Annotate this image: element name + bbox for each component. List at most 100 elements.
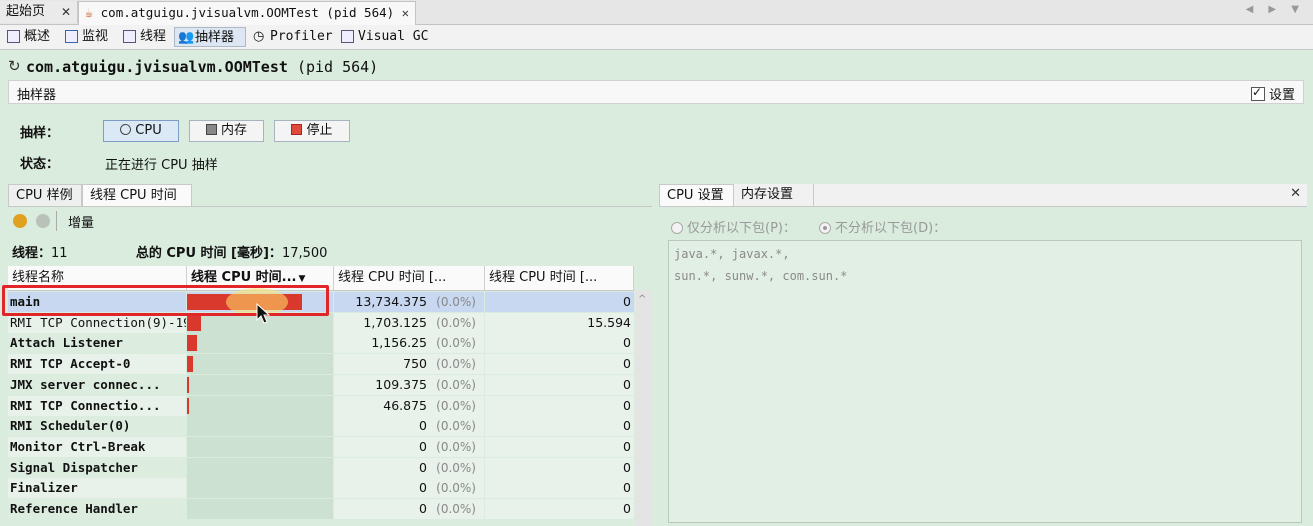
tab-visual-gc[interactable]: Visual GC [338,27,430,47]
settings-label: 设置 [1268,88,1295,103]
table-row[interactable]: Finalizer 0 (0.0%) 0 [8,478,634,499]
column-thread-cpu-time[interactable]: 线程 CPU 时间 [... [334,266,485,290]
status-value: 正在进行 CPU 抽样 [105,158,218,173]
tab-thread-cpu-time[interactable]: 线程 CPU 时间 [82,184,192,206]
cpu-time-bar-cell [187,436,333,457]
pause-icon[interactable] [13,214,27,228]
cpu-time-percent: (0.0%) [436,377,476,392]
thread-name-cell: RMI Scheduler(0) [8,416,186,437]
exclude-packages-radio[interactable]: 不分析以下包(D)： [819,217,946,236]
tab-label: com.atguigu.jvisualvm.OOMTest (pid 564) [100,5,395,20]
cpu-time-cell: 109.375 (0.0%) [334,374,484,395]
thread-name-cell: Finalizer [8,478,186,499]
tool-tab-bar: 概述 监视 线程 👥 抽样器 ◷ Profiler Visual GC [0,25,1313,50]
java-app-icon: ☕ [85,6,93,21]
table-row[interactable]: RMI Scheduler(0) 0 (0.0%) 0 [8,416,634,437]
cpu-time-bar-cell [187,499,333,519]
cpu-time-bar-cell [187,354,333,375]
table-row[interactable]: Attach Listener 1,156.25 (0.0%) 0 [8,333,634,354]
cpu-time-value: 0 [419,459,427,475]
tab-start-page[interactable]: 起始页 ✕ [0,1,78,23]
memory-sample-button[interactable]: 内存 [189,120,264,142]
cpu-time-bar-cell [187,395,333,416]
table-row[interactable]: RMI TCP Accept-0 750 (0.0%) 0 [8,354,634,375]
cpu-time-cell: 13,734.375 (0.0%) [334,292,484,312]
close-icon[interactable]: ✕ [402,2,409,24]
cpu-time-percent: (0.0%) [436,481,476,496]
cpu-time-delta-cell: 0 [485,354,634,375]
tab-label: CPU 样例 [16,188,73,203]
tab-overview[interactable]: 概述 [4,27,60,47]
tab-memory-settings[interactable]: 内存设置 [734,184,814,206]
cpu-time-bar [187,397,189,414]
tab-application[interactable]: ☕ com.atguigu.jvisualvm.OOMTest (pid 564… [78,1,416,25]
delta-toggle[interactable]: 增量 [68,212,94,231]
cpu-time-delta-cell: 0 [485,478,634,499]
app-name: com.atguigu.jvisualvm.OOMTest [26,58,288,76]
table-row[interactable]: Signal Dispatcher 0 (0.0%) 0 [8,457,634,478]
table-row[interactable]: RMI TCP Connectio... 46.875 (0.0%) 0 [8,395,634,416]
cpu-sample-button[interactable]: CPU [103,120,179,142]
clock-icon [120,124,132,135]
tab-label: Profiler [270,29,333,44]
cpu-time-value: 0 [419,418,427,434]
tab-profiler[interactable]: ◷ Profiler [250,27,334,47]
loading-spinner-icon: ↻ [8,57,21,75]
radio-label: 仅分析以下包(P)： [687,221,796,236]
close-icon[interactable]: ✕ [1290,186,1301,201]
stop-button[interactable]: 停止 [274,120,350,142]
button-label: 内存 [220,123,247,138]
scroll-up-icon[interactable]: ^ [638,294,646,305]
cpu-time-delta-cell: 0 [485,436,634,457]
refresh-icon[interactable] [36,214,50,228]
app-pid: (pid 564) [296,58,379,76]
toolbar-divider [56,211,57,231]
cpu-time-value: 13,734.375 [355,294,427,309]
table-scrollbar[interactable]: ^ [636,290,652,526]
cpu-time-bar-cell [187,478,333,499]
cpu-time-percent: (0.0%) [436,460,476,475]
thread-name-cell: Monitor Ctrl-Break [8,436,186,457]
tab-label: 线程 [140,29,167,44]
cpu-time-value: 750 [403,356,427,372]
column-thread-cpu-time-delta[interactable]: 线程 CPU 时间 [... [485,266,634,290]
cpu-time-value: 109.375 [375,376,427,392]
cpu-time-cell: 0 (0.0%) [334,416,484,437]
radio-label: 不分析以下包(D)： [835,221,947,236]
overview-icon [7,30,20,43]
cpu-time-cell: 750 (0.0%) [334,354,484,375]
cpu-time-percent: (0.0%) [436,315,476,330]
cpu-time-cell: 46.875 (0.0%) [334,395,484,416]
only-packages-radio[interactable]: 仅分析以下包(P)： [671,217,796,236]
table-row[interactable]: JMX server connec... 109.375 (0.0%) 0 [8,374,634,395]
tab-monitor[interactable]: 监视 [62,27,118,47]
settings-checkbox[interactable]: 设置 [1250,84,1295,103]
table-row[interactable]: Monitor Ctrl-Break 0 (0.0%) 0 [8,436,634,457]
stop-icon [291,124,303,135]
results-toolbar: 增量 [8,208,652,234]
cpu-time-percent: (0.0%) [436,439,476,454]
cpu-time-delta-cell: 0 [485,416,634,437]
visual-gc-icon [341,30,354,43]
table-row[interactable]: Reference Handler 0 (0.0%) 0 [8,499,634,519]
cpu-time-delta-cell: 0 [485,395,634,416]
tab-sampler[interactable]: 👥 抽样器 [174,27,246,47]
threads-count-label: 线程： [12,246,52,261]
tab-navigation-arrows[interactable]: ◀ ▶ ▼ [1246,4,1305,15]
cpu-time-cell: 0 (0.0%) [334,457,484,478]
tab-label: 抽样器 [195,30,235,45]
monitor-chart-icon [65,30,78,43]
button-label: CPU [135,123,162,138]
cpu-time-percent: (0.0%) [436,502,476,516]
tab-cpu-samples[interactable]: CPU 样例 [8,184,82,206]
sample-label: 抽样： [20,126,60,141]
cpu-time-delta-cell: 15.594 [485,312,634,333]
tab-label: 监视 [82,29,109,44]
package-filter-textarea[interactable]: java.*, javax.*, sun.*, sunw.*, com.sun.… [668,240,1302,523]
cpu-time-bar [187,376,189,393]
checkbox-icon [1250,85,1265,101]
tab-threads[interactable]: 线程 [120,27,172,47]
cpu-time-cell: 1,156.25 (0.0%) [334,333,484,354]
close-icon[interactable]: ✕ [61,1,71,23]
tab-cpu-settings[interactable]: CPU 设置 [659,184,734,206]
